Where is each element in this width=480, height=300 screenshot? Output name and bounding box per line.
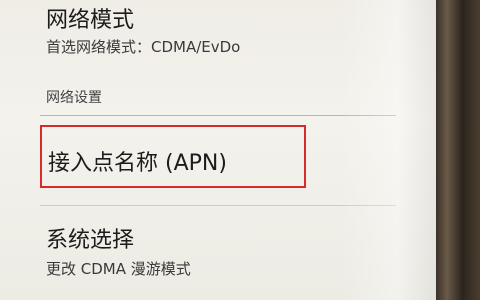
network-mode-summary: 首选网络模式：CDMA/EvDo xyxy=(46,38,241,56)
apn-title: 接入点名称 (APN) xyxy=(48,151,227,176)
network-mode-item[interactable]: 网络模式 首选网络模式：CDMA/EvDo xyxy=(0,0,436,68)
settings-screen: 网络模式 首选网络模式：CDMA/EvDo 网络设置 接入点名称 (APN) 系… xyxy=(0,0,436,300)
system-select-summary: 更改 CDMA 漫游模式 xyxy=(46,260,191,278)
network-settings-header: 网络设置 xyxy=(46,90,102,106)
item-divider xyxy=(40,205,396,206)
network-mode-title: 网络模式 xyxy=(46,8,135,33)
apn-item[interactable]: 接入点名称 (APN) xyxy=(0,124,436,192)
system-select-item[interactable]: 系统选择 更改 CDMA 漫游模式 xyxy=(0,212,436,300)
system-select-title: 系统选择 xyxy=(46,228,135,253)
phone-bezel xyxy=(436,0,480,300)
section-divider xyxy=(40,115,396,116)
